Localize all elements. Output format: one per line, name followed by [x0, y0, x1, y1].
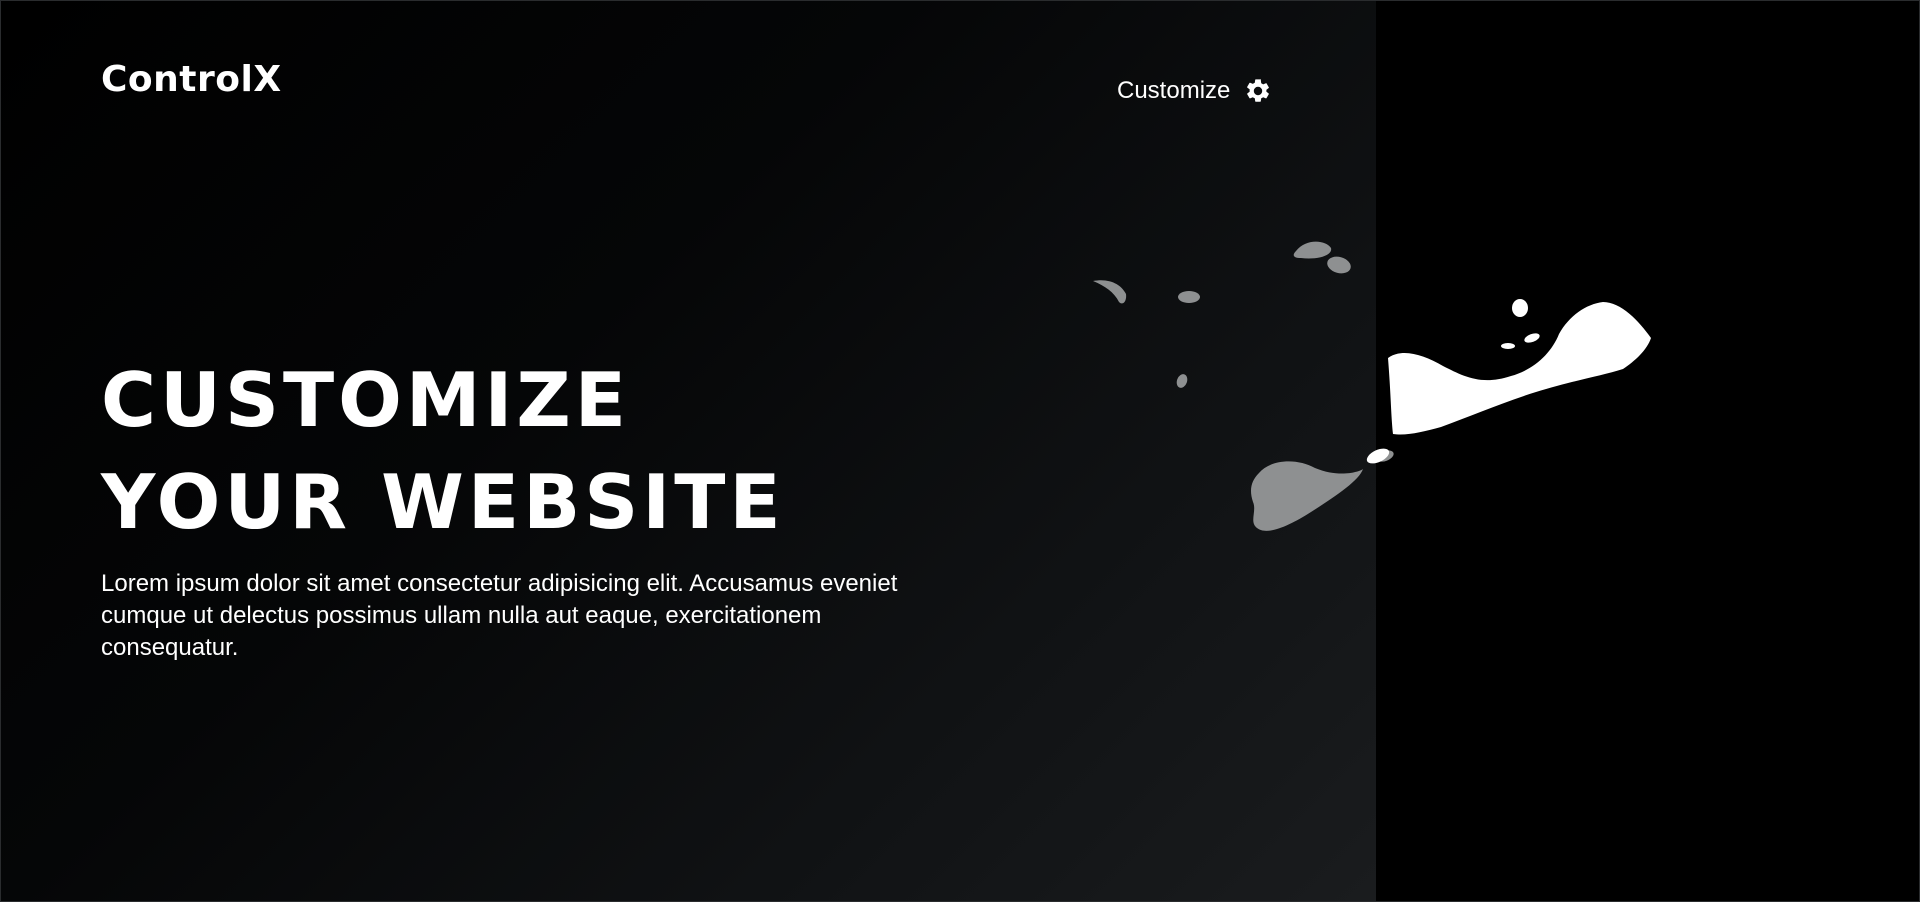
hero-headline: CUSTOMIZE YOUR WEBSITE: [101, 349, 785, 553]
brand-logo[interactable]: ControlX: [101, 59, 282, 100]
paint-splash-icon: [1093, 241, 1651, 531]
gear-icon: [1247, 79, 1270, 102]
customize-button[interactable]: Customize: [1117, 77, 1272, 105]
landing-page: ControlX Customize CUSTOMIZE YOUR WEBSIT…: [0, 0, 1920, 902]
customize-label: Customize: [1117, 77, 1231, 104]
hero-description: Lorem ipsum dolor sit amet consectetur a…: [101, 570, 898, 661]
headline-line-1: CUSTOMIZE: [101, 356, 631, 444]
headline-line-2: YOUR WEBSITE: [101, 458, 785, 546]
